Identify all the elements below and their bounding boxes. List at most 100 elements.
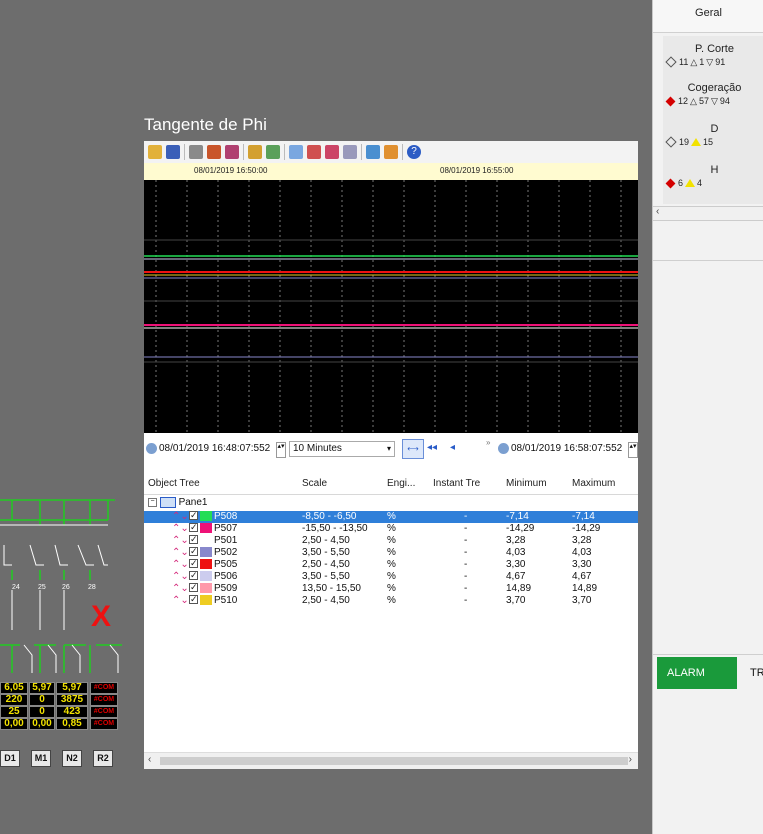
step-back-icon[interactable]: ◂: [450, 442, 455, 453]
color-swatch[interactable]: [200, 571, 212, 581]
visibility-checkbox[interactable]: [189, 521, 198, 533]
collapse-icon[interactable]: −: [148, 498, 157, 507]
zone-h[interactable]: H 6 4: [665, 163, 763, 189]
cell-max: -7,14: [572, 511, 595, 522]
cell-inst: -: [464, 523, 468, 534]
rewind-icon[interactable]: ◂◂: [427, 442, 437, 453]
scroll-thumb[interactable]: [160, 757, 628, 765]
visibility-checkbox[interactable]: [189, 545, 198, 557]
visibility-checkbox[interactable]: [189, 569, 198, 581]
tab-tr[interactable]: TR: [750, 657, 763, 689]
column-header[interactable]: Maximum: [572, 478, 615, 489]
zoom-icon[interactable]: [289, 145, 303, 159]
table-row[interactable]: ⌃⌄ P505 2,50 - 4,50% - 3,30 3,30: [144, 557, 638, 571]
cell-min: 3,70: [506, 595, 526, 606]
properties-icon[interactable]: [366, 145, 380, 159]
cell-min: -7,14: [506, 511, 529, 522]
print-preview-icon[interactable]: [207, 145, 221, 159]
trend-plot[interactable]: [144, 180, 638, 433]
zone-p-corte[interactable]: P. Corte 11 △ 1 ▽ 91: [665, 42, 763, 68]
table-row[interactable]: ⌃⌄ P502 3,50 - 5,50% - 4,03 4,03: [144, 545, 638, 559]
color-swatch[interactable]: [200, 547, 212, 557]
trend-up-icon[interactable]: [307, 145, 321, 159]
more-icon[interactable]: »: [486, 438, 490, 447]
chevron-right-icon[interactable]: ›: [629, 754, 632, 765]
color-swatch[interactable]: [200, 559, 212, 569]
cell-min: 14,89: [506, 583, 532, 594]
object-rows: ⌃⌄ P508 -8,50 - -6,50% - -7,14 -7,14 ⌃⌄ P507 -15…: [144, 509, 638, 751]
fit-range-button[interactable]: ⟷: [402, 439, 424, 459]
zone-count-2: 4: [697, 178, 703, 188]
end-time[interactable]: 08/01/2019 16:58:07:552: [511, 443, 622, 454]
trend-icon: ⌃⌄: [172, 583, 189, 594]
column-header[interactable]: Instant Tre: [433, 478, 480, 489]
start-time-spinner[interactable]: ▴▾: [276, 442, 286, 458]
toolbar-separator: [284, 144, 285, 160]
visibility-checkbox[interactable]: [189, 509, 198, 521]
visibility-checkbox[interactable]: [189, 581, 198, 593]
cell-eng: %: [387, 523, 396, 534]
zone-count-1: 12: [678, 96, 689, 106]
visibility-checkbox[interactable]: [189, 593, 198, 605]
column-header[interactable]: Minimum: [506, 478, 547, 489]
breaker-label[interactable]: M1: [31, 750, 51, 767]
settings-icon[interactable]: [384, 145, 398, 159]
cell-inst: -: [464, 511, 468, 522]
horizontal-scrollbar[interactable]: ‹ ›: [144, 752, 638, 769]
duration-select[interactable]: 10 Minutes ▾: [289, 441, 395, 457]
cell-scale: -8,50 - -6,50: [302, 511, 357, 522]
cursor-tool-icon[interactable]: [248, 145, 262, 159]
save-icon[interactable]: [166, 145, 180, 159]
trend-icon: ⌃⌄: [172, 559, 189, 570]
pane-node[interactable]: − Pane1: [148, 497, 207, 509]
zone-cogeracao[interactable]: Cogeração 12 △ 57 ▽ 94: [665, 81, 763, 107]
table-row[interactable]: ⌃⌄ P507 -15,50 - -13,50% - -14,29 -14,29: [144, 521, 638, 535]
color-swatch[interactable]: [200, 583, 212, 593]
table-row[interactable]: ⌃⌄ P509 13,50 - 15,50% - 14,89 14,89: [144, 581, 638, 595]
breaker-label[interactable]: N2: [62, 750, 82, 767]
zone-name: Cogeração: [687, 82, 742, 94]
tab-geral[interactable]: Geral: [653, 0, 763, 33]
table-row[interactable]: ⌃⌄ P506 3,50 - 5,50% - 4,67 4,67: [144, 569, 638, 583]
measurement-value: #COM: [90, 694, 118, 706]
export-icon[interactable]: [225, 145, 239, 159]
trend-down-icon[interactable]: [325, 145, 339, 159]
zones-panel: Geral P. Corte 11 △ 1 ▽ 91 Cogeração 12 …: [652, 0, 763, 834]
trend-icon: ⌃⌄: [172, 523, 189, 534]
column-header[interactable]: Scale: [302, 478, 327, 489]
chevron-left-icon[interactable]: ‹: [148, 754, 151, 765]
trend-mark-icon[interactable]: [343, 145, 357, 159]
open-folder-icon[interactable]: [148, 145, 162, 159]
visibility-checkbox[interactable]: [189, 557, 198, 569]
color-swatch[interactable]: [200, 535, 212, 545]
breaker-label[interactable]: R2: [93, 750, 113, 767]
column-header[interactable]: Object Tree: [148, 478, 200, 489]
chevron-left-icon[interactable]: ‹: [656, 206, 659, 217]
trend-icon: ⌃⌄: [172, 535, 189, 546]
time-axis-bar: 08/01/2019 16:50:00 08/01/2019 16:55:00: [144, 163, 638, 180]
column-header[interactable]: Engi...: [387, 478, 415, 489]
tab-alarm[interactable]: ALARM: [657, 657, 737, 689]
table-row[interactable]: ⌃⌄ P508 -8,50 - -6,50% - -7,14 -7,14: [144, 509, 638, 523]
zones-scrollbar[interactable]: ‹: [653, 206, 763, 221]
zone-d[interactable]: D 19 15: [665, 122, 763, 148]
measurement-table: 6,05 5,97 5,97 #COM 220 0 3875 #COM 25 0 423 #COM 0,…: [0, 682, 120, 738]
visibility-checkbox[interactable]: [189, 533, 198, 545]
start-time[interactable]: 08/01/2019 16:48:07:552: [159, 443, 270, 454]
cell-scale: 2,50 - 4,50: [302, 595, 350, 606]
breaker-label[interactable]: D1: [0, 750, 20, 767]
color-swatch[interactable]: [200, 511, 212, 521]
line-tool-icon[interactable]: [266, 145, 280, 159]
help-icon[interactable]: ?: [407, 145, 421, 159]
triangle-down-outline-icon: ▽: [706, 56, 714, 67]
cell-max: 14,89: [572, 583, 598, 594]
table-row[interactable]: ⌃⌄ P510 2,50 - 4,50% - 3,70 3,70: [144, 593, 638, 607]
end-time-spinner[interactable]: ▴▾: [628, 442, 638, 458]
cell-min: -14,29: [506, 523, 535, 534]
zone-count-1: 19: [679, 137, 690, 147]
color-swatch[interactable]: [200, 595, 212, 605]
measurement-value: #COM: [90, 706, 118, 718]
table-row[interactable]: ⌃⌄ P501 2,50 - 4,50% - 3,28 3,28: [144, 533, 638, 547]
color-swatch[interactable]: [200, 523, 212, 533]
print-icon[interactable]: [189, 145, 203, 159]
